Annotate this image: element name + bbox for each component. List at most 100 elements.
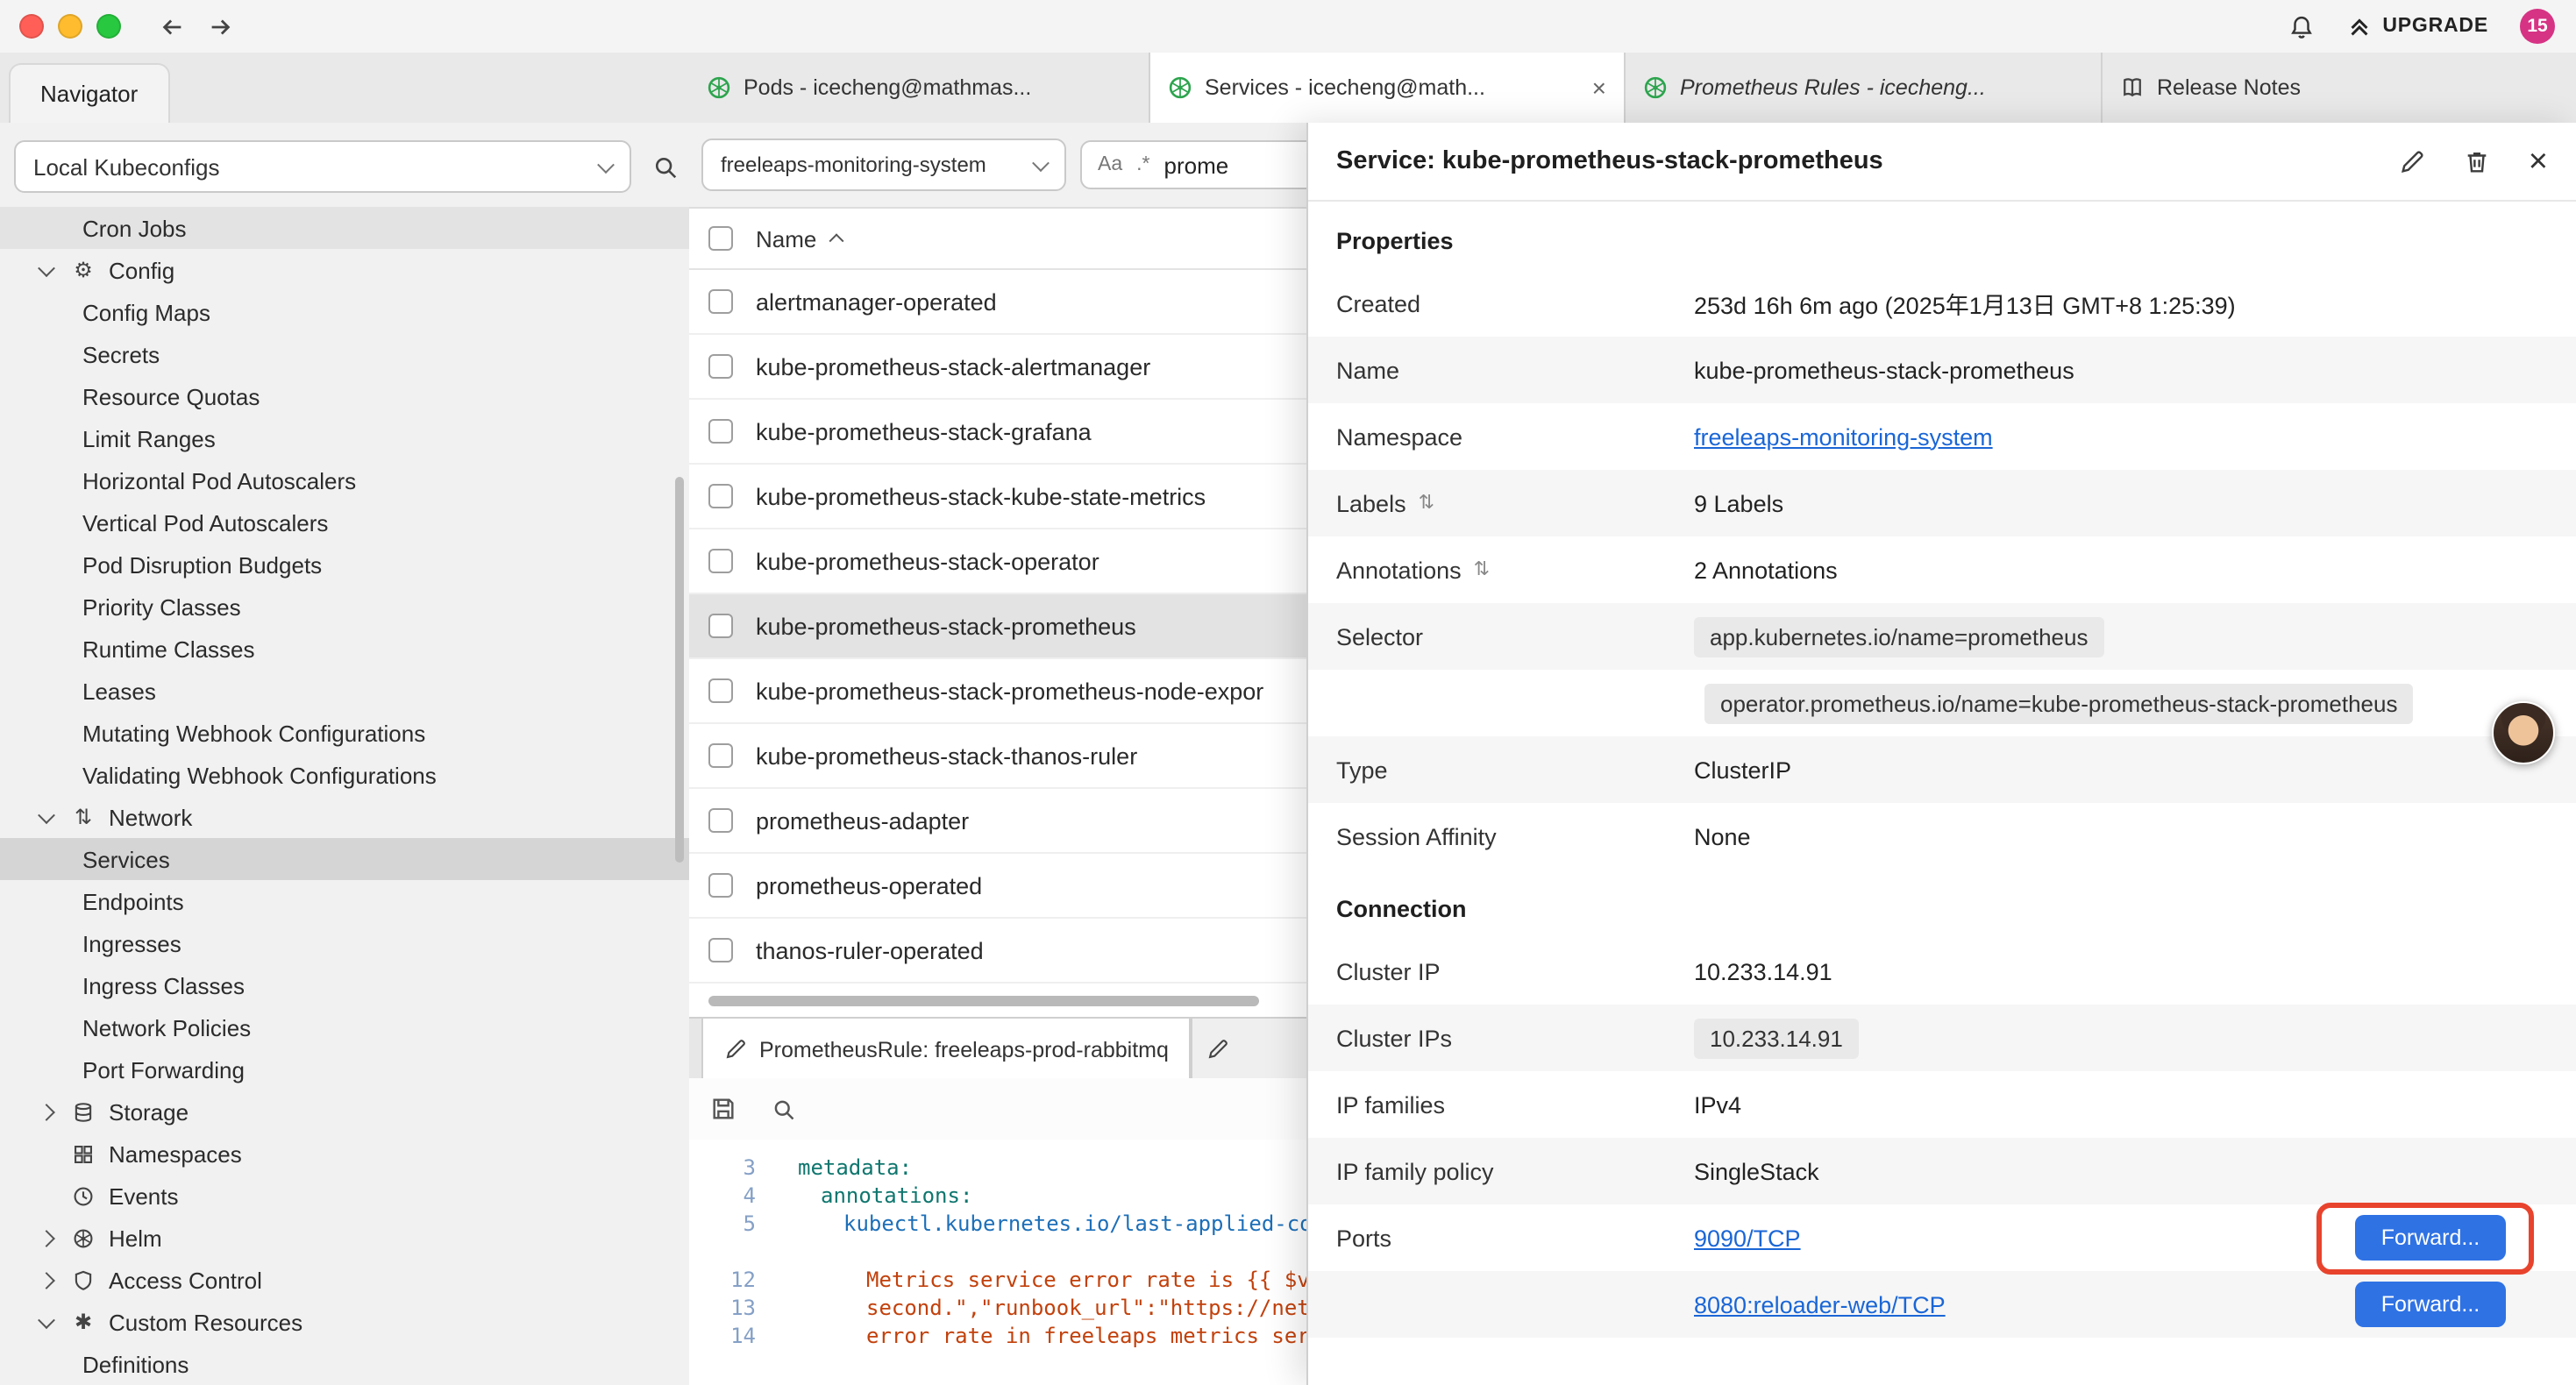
sidebar-item-custom-resources[interactable]: ✱Custom Resources [0, 1301, 689, 1343]
window-close-button[interactable] [19, 14, 44, 39]
tab-label: Services - icecheng@math... [1205, 75, 1485, 100]
sidebar-item-ingress-classes[interactable]: Ingress Classes [0, 964, 689, 1006]
sidebar-item-cron-jobs[interactable]: Cron Jobs [0, 207, 689, 249]
row-checkbox[interactable] [708, 549, 733, 573]
table-row-kube-prometheus-stack-grafana[interactable]: kube-prometheus-stack-grafana [689, 400, 1306, 465]
row-checkbox[interactable] [708, 354, 733, 379]
sidebar-item-services[interactable]: Services [0, 838, 689, 880]
sidebar-item-endpoints[interactable]: Endpoints [0, 880, 689, 922]
close-tab-icon[interactable]: × [1582, 74, 1606, 102]
namespace-link[interactable]: freeleaps-monitoring-system [1694, 423, 1993, 450]
sidebar-search-button[interactable] [652, 153, 679, 180]
sidebar-item-network[interactable]: ⇅Network [0, 796, 689, 838]
sidebar-item-pod-disruption-budgets[interactable]: Pod Disruption Budgets [0, 543, 689, 586]
table-row-kube-prometheus-stack-kube-state-metrics[interactable]: kube-prometheus-stack-kube-state-metrics [689, 465, 1306, 529]
tree-chevron-collapsed-icon[interactable] [35, 1105, 58, 1118]
sidebar-item-mutating-webhook-configurations[interactable]: Mutating Webhook Configurations [0, 712, 689, 754]
regex-toggle[interactable]: .* [1136, 154, 1149, 175]
sidebar-item-helm[interactable]: Helm [0, 1217, 689, 1259]
row-checkbox[interactable] [708, 743, 733, 768]
sidebar-item-config[interactable]: ⚙Config [0, 249, 689, 291]
row-checkbox[interactable] [708, 873, 733, 898]
namespace-filter-selector[interactable]: freeleaps-monitoring-system [701, 138, 1066, 191]
horizontal-scrollbar[interactable] [708, 996, 1259, 1006]
sidebar-item-network-policies[interactable]: Network Policies [0, 1006, 689, 1048]
table-row-alertmanager-operated[interactable]: alertmanager-operated [689, 270, 1306, 335]
sidebar-item-priority-classes[interactable]: Priority Classes [0, 586, 689, 628]
tab-pods-icecheng-mathmas[interactable]: Pods - icecheng@mathmas... [689, 53, 1150, 123]
clock-icon [68, 1184, 98, 1207]
table-row-kube-prometheus-stack-thanos-ruler[interactable]: kube-prometheus-stack-thanos-ruler [689, 724, 1306, 789]
sidebar-item-label: Leases [82, 678, 156, 704]
notifications-bell-icon[interactable] [2288, 13, 2314, 39]
match-case-toggle[interactable]: Aa [1098, 154, 1122, 175]
sidebar-item-vertical-pod-autoscalers[interactable]: Vertical Pod Autoscalers [0, 501, 689, 543]
sidebar-item-events[interactable]: Events [0, 1175, 689, 1217]
tree-chevron-expanded-icon[interactable] [35, 811, 58, 823]
window-minimize-button[interactable] [58, 14, 82, 39]
forward-button[interactable]: Forward... [2355, 1215, 2506, 1261]
editor-tab-prometheusrule[interactable]: PrometheusRule: freeleaps-prod-rabbitmq [701, 1019, 1192, 1080]
close-icon[interactable]: × [2529, 145, 2548, 178]
sidebar-item-namespaces[interactable]: Namespaces [0, 1133, 689, 1175]
kubeconfig-selector[interactable]: Local Kubeconfigs [14, 140, 631, 193]
resource-name: kube-prometheus-stack-thanos-ruler [756, 742, 1137, 769]
row-checkbox[interactable] [708, 614, 733, 638]
forward-button[interactable] [207, 13, 233, 39]
notification-count-badge[interactable]: 15 [2520, 9, 2555, 44]
editor-search-icon[interactable] [772, 1097, 796, 1121]
editor-tab-partial[interactable] [1192, 1019, 1306, 1080]
port-link[interactable]: 8080:reloader-web/TCP [1694, 1291, 1946, 1318]
yaml-editor[interactable]: 3metadata:4annotations:5kubectl.kubernet… [689, 1140, 1306, 1385]
sidebar-item-runtime-classes[interactable]: Runtime Classes [0, 628, 689, 670]
upgrade-button[interactable]: UPGRADE [2345, 13, 2488, 39]
row-checkbox[interactable] [708, 938, 733, 962]
save-icon[interactable] [710, 1096, 737, 1122]
table-row-kube-prometheus-stack-prometheus-node-ex[interactable]: kube-prometheus-stack-prometheus-node-ex… [689, 659, 1306, 724]
titlebar-actions: UPGRADE 15 [2288, 9, 2576, 44]
tree-chevron-collapsed-icon[interactable] [35, 1274, 58, 1286]
edit-pencil-icon[interactable] [2399, 148, 2425, 174]
sidebar-item-port-forwarding[interactable]: Port Forwarding [0, 1048, 689, 1090]
sidebar-item-resource-quotas[interactable]: Resource Quotas [0, 375, 689, 417]
sidebar-item-storage[interactable]: Storage [0, 1090, 689, 1133]
tab-release-notes[interactable]: Release Notes [2103, 53, 2576, 123]
back-button[interactable] [160, 13, 186, 39]
row-checkbox[interactable] [708, 484, 733, 508]
sidebar-item-config-maps[interactable]: Config Maps [0, 291, 689, 333]
assistant-avatar[interactable] [2492, 701, 2555, 764]
sidebar-item-definitions[interactable]: Definitions [0, 1343, 689, 1385]
sidebar-item-limit-ranges[interactable]: Limit Ranges [0, 417, 689, 459]
row-checkbox[interactable] [708, 808, 733, 833]
table-row-prometheus-operated[interactable]: prometheus-operated [689, 854, 1306, 919]
sidebar-item-access-control[interactable]: Access Control [0, 1259, 689, 1301]
sidebar-item-ingresses[interactable]: Ingresses [0, 922, 689, 964]
forward-button[interactable]: Forward... [2355, 1282, 2506, 1327]
tab-prometheus-rules-icecheng[interactable]: Prometheus Rules - icecheng... [1626, 53, 2103, 123]
name-column-header[interactable]: Name [756, 225, 841, 252]
sidebar-item-validating-webhook-configurations[interactable]: Validating Webhook Configurations [0, 754, 689, 796]
tab-services-icecheng-math[interactable]: Services - icecheng@math... × [1150, 53, 1626, 123]
expand-toggle-icon[interactable]: ⇅ [1419, 494, 1434, 513]
row-checkbox[interactable] [708, 419, 733, 444]
tree-chevron-collapsed-icon[interactable] [35, 1232, 58, 1244]
expand-toggle-icon[interactable]: ⇅ [1474, 560, 1490, 579]
table-row-kube-prometheus-stack-alertmanager[interactable]: kube-prometheus-stack-alertmanager [689, 335, 1306, 400]
port-link[interactable]: 9090/TCP [1694, 1225, 1801, 1251]
sidebar-scrollbar[interactable] [675, 477, 684, 863]
window-zoom-button[interactable] [96, 14, 121, 39]
select-all-checkbox[interactable] [708, 226, 733, 251]
tree-chevron-expanded-icon[interactable] [35, 1316, 58, 1328]
table-row-kube-prometheus-stack-operator[interactable]: kube-prometheus-stack-operator [689, 529, 1306, 594]
row-checkbox[interactable] [708, 678, 733, 703]
sidebar-item-leases[interactable]: Leases [0, 670, 689, 712]
table-row-thanos-ruler-operated[interactable]: thanos-ruler-operated [689, 919, 1306, 984]
table-row-kube-prometheus-stack-prometheus[interactable]: kube-prometheus-stack-prometheus [689, 594, 1306, 659]
delete-trash-icon[interactable] [2464, 148, 2490, 174]
navigator-panel-tab[interactable]: Navigator [9, 63, 169, 123]
sidebar-item-horizontal-pod-autoscalers[interactable]: Horizontal Pod Autoscalers [0, 459, 689, 501]
table-row-prometheus-adapter[interactable]: prometheus-adapter [689, 789, 1306, 854]
row-checkbox[interactable] [708, 289, 733, 314]
tree-chevron-expanded-icon[interactable] [35, 264, 58, 276]
sidebar-item-secrets[interactable]: Secrets [0, 333, 689, 375]
